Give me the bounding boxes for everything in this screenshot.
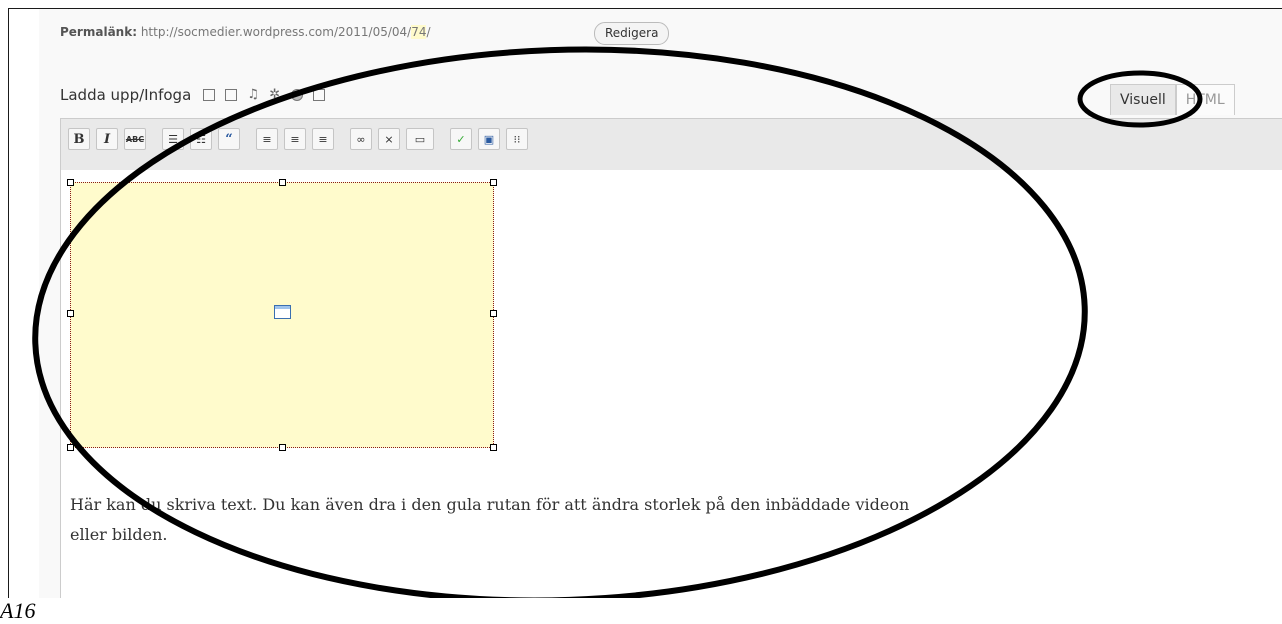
permalink-url-prefix[interactable]: http://socmedier.wordpress.com/2011/05/0… <box>141 25 411 39</box>
unordered-list-button[interactable]: ☰ <box>162 128 184 150</box>
poll-icon[interactable] <box>291 89 304 101</box>
tab-visual[interactable]: Visuell <box>1110 84 1176 115</box>
spellcheck-icon[interactable]: ✓ <box>450 128 472 150</box>
permalink-url-highlight[interactable]: 74 <box>411 25 427 39</box>
media-upload-row: Ladda upp/Infoga ♫ ✲ <box>60 86 326 104</box>
audio-icon[interactable]: ♫ <box>247 88 259 101</box>
blockquote-button[interactable]: “ <box>218 128 240 150</box>
resize-handle-top-right[interactable] <box>490 179 497 186</box>
permalink-url-suffix[interactable]: / <box>426 25 430 39</box>
link-icon[interactable]: ∞ <box>350 128 372 150</box>
resize-handle-bottom-left[interactable] <box>67 444 74 451</box>
resize-handle-right[interactable] <box>490 310 497 317</box>
editor-tabs: Visuell HTML <box>1110 84 1235 115</box>
bold-button[interactable]: B <box>68 128 90 150</box>
editor-body-text[interactable]: Här kan du skriva text. Du kan även dra … <box>70 490 950 550</box>
image-icon[interactable] <box>203 89 216 101</box>
strikethrough-button[interactable]: ABC <box>124 128 146 150</box>
media-icon[interactable]: ✲ <box>269 88 281 101</box>
media-upload-label: Ladda upp/Infoga <box>60 86 192 104</box>
resize-handle-top-left[interactable] <box>67 179 74 186</box>
permalink-row: Permalänk: http://socmedier.wordpress.co… <box>60 25 431 39</box>
form-icon[interactable] <box>313 89 326 101</box>
resize-handle-bottom-right[interactable] <box>490 444 497 451</box>
more-tag-button[interactable]: ▭ <box>406 128 434 150</box>
align-right-button[interactable]: ≡ <box>312 128 334 150</box>
align-center-button[interactable]: ≡ <box>284 128 306 150</box>
fullscreen-icon[interactable]: ▣ <box>478 128 500 150</box>
embed-window-icon <box>274 305 291 319</box>
tab-html[interactable]: HTML <box>1175 84 1235 115</box>
video-icon[interactable] <box>225 89 238 101</box>
figure-caption: A16 <box>0 598 36 623</box>
italic-button[interactable]: I <box>96 128 118 150</box>
unlink-icon[interactable]: ⨯ <box>378 128 400 150</box>
permalink-label: Permalänk: <box>60 25 137 39</box>
resize-handle-bottom[interactable] <box>279 444 286 451</box>
edit-permalink-button[interactable]: Redigera <box>594 22 670 45</box>
align-left-button[interactable]: ≡ <box>256 128 278 150</box>
editor-toolbar: B I ABC ☰ ☷ “ ≡ ≡ ≡ ∞ ⨯ ▭ ✓ ▣ ⁝⁝ <box>68 128 528 150</box>
resize-handle-left[interactable] <box>67 310 74 317</box>
resize-handle-top[interactable] <box>279 179 286 186</box>
ordered-list-button[interactable]: ☷ <box>190 128 212 150</box>
kitchen-sink-icon[interactable]: ⁝⁝ <box>506 128 528 150</box>
